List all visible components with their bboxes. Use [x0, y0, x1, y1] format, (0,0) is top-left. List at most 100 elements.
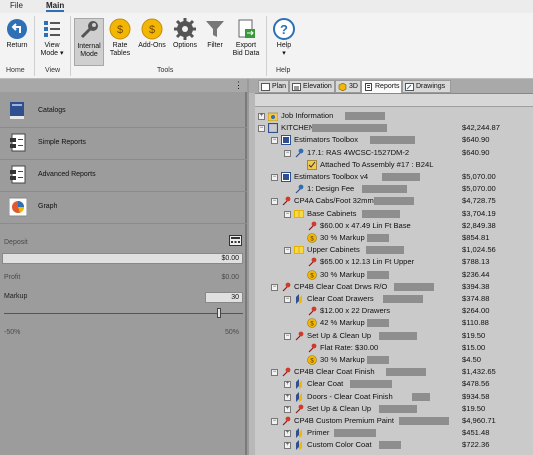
- collapse-icon[interactable]: −: [271, 174, 278, 181]
- collapse-icon[interactable]: −: [258, 125, 265, 133]
- tree-row[interactable]: + Doors - Clear Coat Finish $934.58: [255, 391, 533, 403]
- collapse-icon[interactable]: −: [284, 210, 291, 218]
- panel-menu-icon[interactable]: ⋮: [234, 80, 243, 91]
- pin-red-icon: [281, 282, 291, 292]
- group-home: Home: [6, 67, 25, 74]
- tree-row[interactable]: 1: Design Fee $5,070.00: [255, 183, 533, 195]
- markup-icon: $: [307, 318, 317, 329]
- tree-row[interactable]: + Clear Coat $478.56: [255, 378, 533, 390]
- toolbox-icon: [281, 172, 291, 182]
- tree-row[interactable]: $65.00 x 12.13 Lin Ft Upper $788.13: [255, 256, 533, 268]
- tree-row[interactable]: + Custom Color Coat $722.36: [255, 439, 533, 451]
- pin-red-icon: [281, 367, 291, 377]
- tree-row-label: Base Cabinets: [307, 208, 357, 218]
- add-ons-label: Add-Ons: [138, 42, 166, 49]
- tab-3d[interactable]: 3D: [335, 80, 361, 93]
- add-ons-button[interactable]: $ Add-Ons: [136, 18, 168, 50]
- collapse-icon[interactable]: −: [271, 137, 278, 145]
- tree-row[interactable]: + Job Information: [255, 110, 533, 122]
- expand-icon[interactable]: +: [258, 113, 265, 120]
- export-bid-data-button[interactable]: Export Bid Data: [230, 18, 262, 58]
- internal-mode-button[interactable]: Internal Mode: [74, 18, 104, 66]
- expand-icon[interactable]: +: [284, 393, 291, 401]
- collapse-icon[interactable]: −: [284, 247, 291, 255]
- internal-mode-label: Internal Mode: [77, 43, 101, 58]
- tab-reports[interactable]: Reports: [361, 80, 402, 93]
- collapse-icon[interactable]: −: [284, 149, 291, 157]
- tab-plan[interactable]: Plan: [258, 80, 289, 93]
- markup-field[interactable]: 30: [205, 292, 243, 303]
- expand-icon[interactable]: +: [284, 442, 291, 450]
- tree-row-amount: $640.90: [462, 147, 490, 157]
- help-button[interactable]: ? Help ▾: [271, 18, 297, 58]
- group-view: View: [45, 67, 61, 74]
- filter-button[interactable]: Filter: [203, 18, 227, 50]
- tab-drawings[interactable]: Drawings: [402, 80, 451, 93]
- tree-row[interactable]: + Primer $451.48: [255, 427, 533, 439]
- menu-file[interactable]: File: [10, 1, 23, 10]
- tree-row[interactable]: + Set Up & Clean Up $19.50: [255, 403, 533, 415]
- collapse-icon[interactable]: −: [271, 198, 278, 206]
- group-help: Help: [276, 67, 291, 74]
- collapse-icon[interactable]: −: [271, 369, 278, 377]
- tree-row[interactable]: − Upper Cabinets $1,024.56: [255, 244, 533, 256]
- nav-simple-reports[interactable]: Simple Reports: [0, 128, 247, 160]
- left-panel: ⋮ Catalogs Simple Reports Advanced Repor…: [0, 79, 247, 455]
- deposit-field[interactable]: $0.00: [2, 253, 243, 264]
- tree-row[interactable]: Attached To Assembly #17 : B24L: [255, 159, 533, 171]
- nav-graph[interactable]: Graph: [0, 192, 247, 224]
- nav-catalogs[interactable]: Catalogs: [0, 96, 247, 128]
- tree-row[interactable]: $12.00 x 22 Drawers $264.00: [255, 305, 533, 317]
- tree-row[interactable]: $30 % Markup $854.81: [255, 232, 533, 244]
- expand-icon[interactable]: +: [284, 430, 291, 438]
- collapse-icon[interactable]: −: [271, 283, 278, 291]
- calculator-icon[interactable]: [229, 235, 242, 246]
- tree-row[interactable]: $42 % Markup $110.88: [255, 317, 533, 329]
- tree-row-label: $60.00 x 47.49 Lin Ft Base: [320, 220, 411, 230]
- collapse-icon[interactable]: −: [284, 332, 291, 340]
- tree-row[interactable]: $60.00 x 47.49 Lin Ft Base $2,849.38: [255, 220, 533, 232]
- tree-row[interactable]: $30 % Markup $4.50: [255, 354, 533, 366]
- collapse-icon[interactable]: −: [284, 296, 291, 303]
- markup-slider-thumb[interactable]: [217, 308, 222, 318]
- coin-icon: $: [109, 18, 131, 40]
- return-button[interactable]: Return: [3, 18, 31, 50]
- tree-row-amount: $640.90: [462, 135, 490, 145]
- tree-row-label: Custom Color Coat: [307, 440, 372, 450]
- tree-row[interactable]: Flat Rate: $30.00 $15.00: [255, 342, 533, 354]
- brush-icon: [294, 379, 304, 390]
- svg-text:$: $: [149, 24, 155, 36]
- tree-row-label: 17.1: RAS 4WCSC-1527DM-2: [307, 147, 410, 157]
- tree-row[interactable]: − Clear Coat Drawers $374.88: [255, 293, 533, 305]
- tree-row[interactable]: − CP4B Clear Coat Finish $1,432.65: [255, 366, 533, 378]
- tree-row[interactable]: − CP4B Clear Coat Drws R/O $394.38: [255, 281, 533, 293]
- tree-row[interactable]: − CP4B Custom Premium Paint $4,960.71: [255, 415, 533, 427]
- tree-row-label: Set Up & Clean Up: [307, 403, 372, 413]
- collapse-icon[interactable]: −: [271, 418, 278, 425]
- expand-icon[interactable]: +: [284, 381, 291, 389]
- options-button[interactable]: Options: [170, 18, 200, 50]
- tree-row[interactable]: − Base Cabinets $3,704.19: [255, 208, 533, 220]
- tree-row[interactable]: − 17.1: RAS 4WCSC-1527DM-2 $640.90: [255, 147, 533, 159]
- redacted-block: [378, 331, 417, 340]
- nav-advanced-reports[interactable]: Advanced Reports: [0, 160, 247, 192]
- tree-row[interactable]: − KITCHEN $42,244.87: [255, 122, 533, 134]
- redacted-block: [367, 319, 390, 328]
- rate-tables-button[interactable]: $ Rate Tables: [107, 18, 133, 58]
- tab-elevation[interactable]: Elevation: [289, 80, 335, 93]
- tree-row-label: CP4B Clear Coat Drws R/O: [294, 281, 388, 291]
- tree-row[interactable]: − CP4A Cabs/Foot 32mm $4,728.75: [255, 195, 533, 207]
- tree-row[interactable]: − Set Up & Clean Up $19.50: [255, 330, 533, 342]
- return-icon: [6, 18, 28, 40]
- pin-red-icon: [281, 416, 291, 426]
- deposit-label: Deposit: [4, 239, 28, 246]
- markup-slider-track[interactable]: [4, 313, 243, 314]
- ribbon: Return Home View Mode ▾ View Internal Mo…: [0, 13, 533, 79]
- view-mode-button[interactable]: View Mode ▾: [38, 18, 66, 58]
- tree-row[interactable]: − Estimators Toolbox $640.90: [255, 134, 533, 146]
- expand-icon[interactable]: +: [284, 405, 291, 413]
- menu-main[interactable]: Main: [46, 1, 65, 12]
- tree-row[interactable]: − Estimators Toolbox v4 $5,070.00: [255, 171, 533, 183]
- tab-reports-label: Reports: [375, 83, 400, 90]
- tree-row[interactable]: $30 % Markup $236.44: [255, 269, 533, 281]
